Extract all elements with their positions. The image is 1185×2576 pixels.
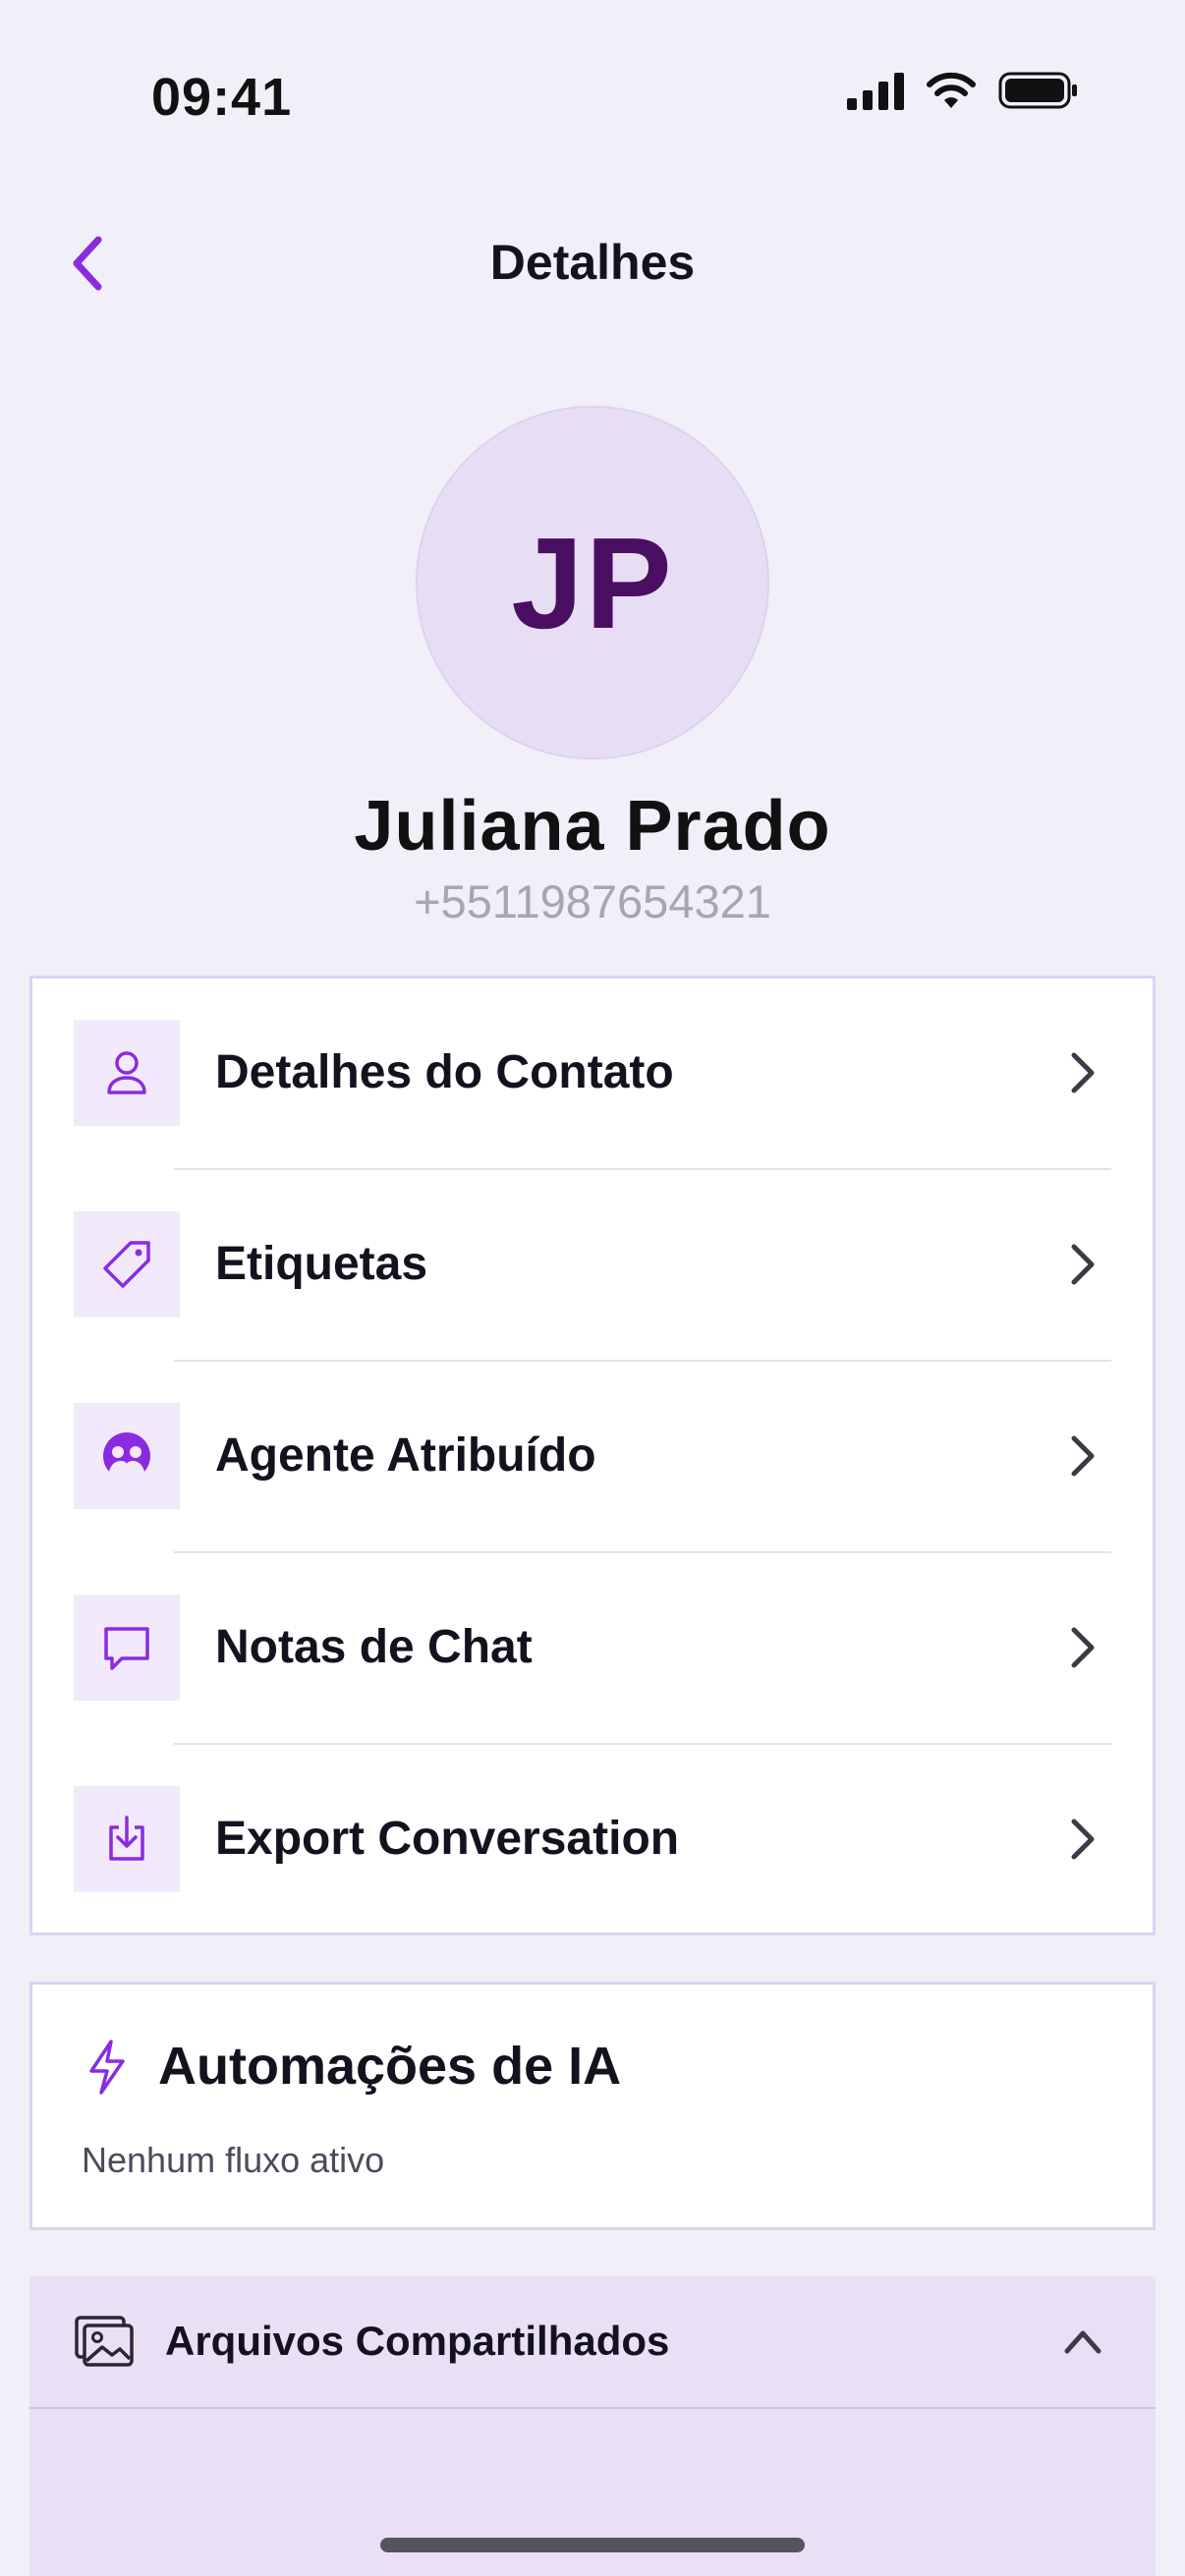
signal-icon [847, 71, 904, 115]
page-title: Detalhes [489, 235, 696, 290]
tag-icon [74, 1211, 180, 1317]
status-bar: 09:41 [0, 0, 1185, 177]
menu-item-label: Notas de Chat [215, 1621, 533, 1673]
shared-files-section: Arquivos Compartilhados [29, 2276, 1156, 2576]
menu-item-label: Export Conversation [215, 1813, 680, 1865]
contact-name: Juliana Prado [354, 787, 831, 866]
menu-item-label: Etiquetas [215, 1238, 428, 1290]
ai-automations-card: Automações de IA Nenhum fluxo ativo [29, 1982, 1156, 2230]
agent-icon [74, 1403, 180, 1509]
contact-phone: +5511987654321 [414, 875, 771, 927]
user-icon [74, 1020, 180, 1126]
wifi-icon [926, 71, 977, 115]
menu-item-label: Agente Atribuído [215, 1429, 596, 1482]
chevron-right-icon [1071, 1244, 1095, 1285]
lightning-icon [84, 2038, 129, 2101]
ai-automations-title: Automações de IA [158, 2037, 622, 2096]
chevron-right-icon [1071, 1819, 1095, 1860]
status-time: 09:41 [151, 68, 293, 127]
chevron-up-icon [1061, 2325, 1104, 2362]
menu-item-contact-details[interactable]: Detalhes do Contato [32, 979, 1153, 1170]
download-icon [74, 1786, 180, 1892]
battery-icon [998, 71, 1079, 115]
chevron-right-icon [1071, 1052, 1095, 1093]
images-icon [73, 2314, 136, 2376]
navigation-header: Detalhes [0, 196, 1185, 334]
shared-files-toggle[interactable]: Arquivos Compartilhados [29, 2276, 1156, 2407]
status-icons [847, 71, 1079, 115]
avatar-initials: JP [511, 510, 674, 655]
menu-item-label: Detalhes do Contato [215, 1046, 674, 1098]
menu-item-export-conversation[interactable]: Export Conversation [32, 1745, 1153, 1936]
divider [29, 2407, 1156, 2409]
menu-item-chat-notes[interactable]: Notas de Chat [32, 1553, 1153, 1745]
chat-bubble-icon [74, 1595, 180, 1701]
menu-item-tags[interactable]: Etiquetas [32, 1170, 1153, 1362]
menu-item-assigned-agent[interactable]: Agente Atribuído [32, 1362, 1153, 1553]
avatar: JP [416, 406, 769, 759]
details-menu: Detalhes do Contato Etiquetas Agente Atr… [29, 976, 1156, 1935]
chevron-right-icon [1071, 1627, 1095, 1668]
chevron-right-icon [1071, 1435, 1095, 1477]
ai-automations-status: Nenhum fluxo ativo [82, 2140, 385, 2180]
shared-files-title: Arquivos Compartilhados [165, 2318, 670, 2364]
home-indicator[interactable] [380, 2538, 805, 2552]
